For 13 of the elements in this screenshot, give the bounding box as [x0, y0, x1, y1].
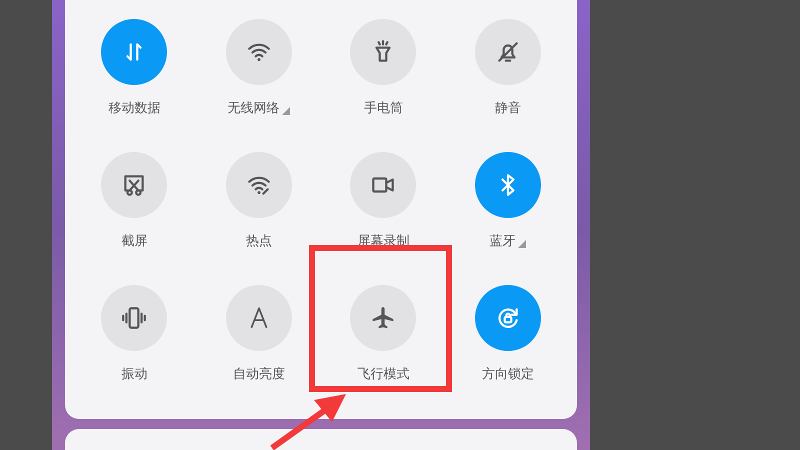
toggle-label: 截屏 [121, 233, 148, 251]
toggle-label: 方向锁定 [482, 366, 534, 384]
toggle-label: 蓝牙 [489, 233, 516, 251]
toggle-label: 静音 [494, 100, 521, 118]
toggle-label: 自动亮度 [232, 366, 285, 384]
toggle-label: 无线网络 [227, 100, 280, 118]
toggle-label: 振动 [121, 366, 148, 384]
airplane-icon [370, 305, 396, 331]
toggle-label: 飞行模式 [357, 366, 410, 384]
toggle-label: 手电筒 [364, 100, 403, 118]
vibrate-icon [121, 305, 148, 331]
toggle-label: 移动数据 [108, 100, 160, 118]
toggle-label: 热点 [246, 233, 272, 251]
